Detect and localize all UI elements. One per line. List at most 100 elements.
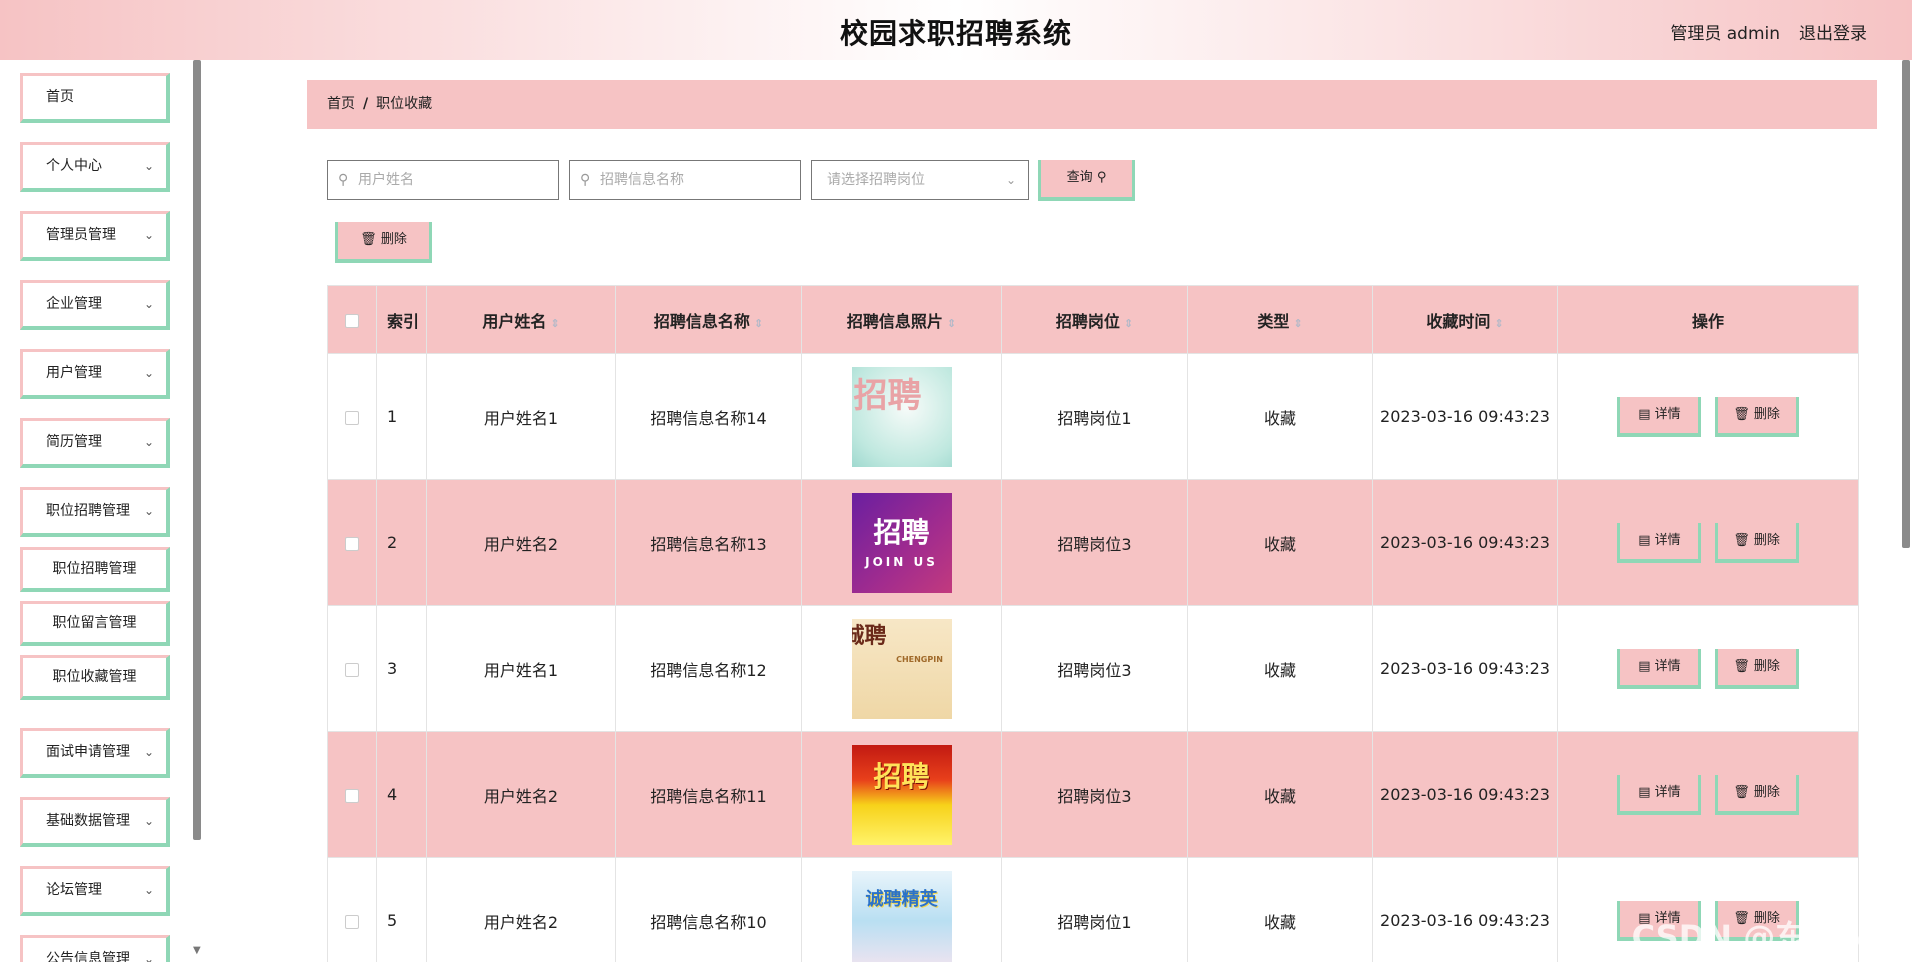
breadcrumb: 首页 / 职位收藏 bbox=[307, 80, 1877, 129]
header-position[interactable]: 招聘岗位 ⇕ bbox=[1001, 285, 1188, 354]
recruit-photo-thumbnail[interactable]: 招聘 bbox=[851, 744, 952, 845]
table-row: 4 用户姓名2 招聘信息名称11 招聘 招聘岗位3 收藏 2023-03-16 … bbox=[327, 731, 1859, 858]
chevron-down-icon: ⌄ bbox=[143, 435, 154, 449]
chevron-down-icon: ⌄ bbox=[143, 297, 154, 311]
sort-icon[interactable]: ⇕ bbox=[1293, 317, 1302, 330]
user-name-search-input[interactable]: ⚲ 用户姓名 bbox=[327, 160, 559, 200]
position-select[interactable]: 请选择招聘岗位 ⌄ bbox=[811, 160, 1029, 200]
chevron-down-icon: ⌄ bbox=[143, 745, 154, 759]
chevron-down-icon: ⌄ bbox=[1005, 173, 1016, 187]
row-checkbox[interactable] bbox=[345, 662, 359, 677]
cell-user: 用户姓名1 bbox=[426, 353, 616, 480]
batch-delete-button[interactable]: 🗑 删除 bbox=[335, 222, 432, 263]
header-info[interactable]: 招聘信息名称 ⇕ bbox=[615, 285, 802, 354]
detail-button[interactable]: ▤ 详情 bbox=[1617, 648, 1702, 689]
cell-type: 收藏 bbox=[1187, 605, 1373, 732]
detail-button[interactable]: ▤ 详情 bbox=[1617, 522, 1702, 563]
chevron-down-icon: ⌄ bbox=[143, 504, 154, 518]
sidebar-item-interview[interactable]: 面试申请管理 ⌄ bbox=[20, 728, 170, 778]
recruit-photo-thumbnail[interactable]: 招聘 bbox=[851, 366, 952, 467]
sort-icon[interactable]: ⇕ bbox=[1494, 317, 1503, 330]
sidebar-subitem-job-favorite[interactable]: 职位收藏管理 bbox=[20, 655, 170, 700]
sidebar-item-job-recruit[interactable]: 职位招聘管理 ⌄ bbox=[20, 487, 170, 537]
sort-icon[interactable]: ⇕ bbox=[550, 317, 559, 330]
cell-info: 招聘信息名称13 bbox=[615, 479, 802, 606]
sidebar-subitem-job-message[interactable]: 职位留言管理 bbox=[20, 601, 170, 646]
logout-link[interactable]: 退出登录 bbox=[1799, 19, 1867, 44]
scroll-down-arrow-icon[interactable]: ▼ bbox=[193, 945, 201, 956]
photo-caption: 招聘 bbox=[853, 375, 922, 416]
sidebar-item-label: 管理员管理 bbox=[46, 227, 116, 243]
sidebar-item-base-data[interactable]: 基础数据管理 ⌄ bbox=[20, 797, 170, 847]
table-row: 5 用户姓名2 招聘信息名称10 诚聘精英 招聘岗位1 收藏 2023-03-1… bbox=[327, 857, 1859, 962]
delete-button[interactable]: 🗑 删除 bbox=[1714, 648, 1799, 689]
sidebar-item-label: 用户管理 bbox=[46, 365, 102, 381]
delete-button[interactable]: 🗑 删除 bbox=[1714, 396, 1799, 437]
cell-info: 招聘信息名称12 bbox=[615, 605, 802, 732]
recruit-photo-thumbnail[interactable]: 诚聘精英 bbox=[851, 870, 952, 962]
row-checkbox[interactable] bbox=[345, 536, 359, 551]
cell-ops: ▤ 详情 🗑 删除 bbox=[1557, 353, 1859, 480]
detail-label: 详情 bbox=[1654, 784, 1681, 800]
sidebar-item-users[interactable]: 用户管理 ⌄ bbox=[20, 349, 170, 399]
detail-label: 详情 bbox=[1654, 658, 1681, 674]
query-button[interactable]: 查询 ⚲ bbox=[1038, 160, 1135, 201]
table-row: 3 用户姓名1 招聘信息名称12 诚聘 CHENGPIN 招聘岗位3 收藏 20… bbox=[327, 605, 1859, 732]
detail-button[interactable]: ▤ 详情 bbox=[1617, 774, 1702, 815]
table-header-row: 索引 用户姓名 ⇕ 招聘信息名称 ⇕ 招聘信息照片 ⇕ 招聘岗位 ⇕ 类型 ⇕ 收藏时间 ⇕… bbox=[327, 285, 1859, 354]
cell-position: 招聘岗位3 bbox=[1001, 605, 1188, 732]
header-position-label: 招聘岗位 bbox=[1055, 311, 1120, 331]
row-checkbox[interactable] bbox=[345, 914, 359, 929]
recruit-photo-thumbnail[interactable]: 招聘 JOIN US bbox=[851, 492, 952, 593]
cell-photo: 招聘 bbox=[801, 353, 1002, 480]
cell-info: 招聘信息名称10 bbox=[615, 857, 802, 962]
breadcrumb-home[interactable]: 首页 bbox=[327, 96, 355, 112]
cell-type: 收藏 bbox=[1187, 857, 1373, 962]
sidebar-item-personal-center[interactable]: 个人中心 ⌄ bbox=[20, 142, 170, 192]
current-user: 管理员 admin bbox=[1670, 24, 1780, 44]
watermark: CSDN @东东516 bbox=[1631, 918, 1906, 956]
sidebar-scrollbar[interactable] bbox=[193, 60, 201, 840]
sidebar-subitem-job-recruit[interactable]: 职位招聘管理 bbox=[20, 547, 170, 592]
sidebar-item-home[interactable]: 首页 bbox=[20, 73, 170, 123]
header-photo[interactable]: 招聘信息照片 ⇕ bbox=[801, 285, 1002, 354]
header-type[interactable]: 类型 ⇕ bbox=[1187, 285, 1373, 354]
info-name-search-input[interactable]: ⚲ 招聘信息名称 bbox=[569, 160, 801, 200]
detail-label: 详情 bbox=[1654, 406, 1681, 422]
cell-index: 1 bbox=[376, 353, 427, 480]
header-time[interactable]: 收藏时间 ⇕ bbox=[1372, 285, 1558, 354]
chevron-down-icon: ⌄ bbox=[143, 228, 154, 242]
photo-caption: 招聘 bbox=[873, 515, 930, 549]
row-checkbox[interactable] bbox=[345, 410, 359, 425]
sidebar-item-label: 企业管理 bbox=[46, 296, 102, 312]
header-user[interactable]: 用户姓名 ⇕ bbox=[426, 285, 616, 354]
trash-icon: 🗑 bbox=[360, 232, 381, 247]
header-time-label: 收藏时间 bbox=[1426, 311, 1491, 331]
cell-user: 用户姓名2 bbox=[426, 731, 616, 858]
header-info-label: 招聘信息名称 bbox=[653, 311, 750, 331]
delete-button[interactable]: 🗑 删除 bbox=[1714, 774, 1799, 815]
sort-icon[interactable]: ⇕ bbox=[1124, 317, 1133, 330]
sidebar-item-admin[interactable]: 管理员管理 ⌄ bbox=[20, 211, 170, 261]
sort-icon[interactable]: ⇕ bbox=[754, 317, 763, 330]
recruit-photo-thumbnail[interactable]: 诚聘 CHENGPIN bbox=[851, 618, 952, 719]
main-scrollbar[interactable] bbox=[1902, 60, 1910, 548]
cell-ops: ▤ 详情 🗑 删除 bbox=[1557, 731, 1859, 858]
delete-label: 删除 bbox=[1753, 784, 1780, 800]
delete-button[interactable]: 🗑 删除 bbox=[1714, 522, 1799, 563]
cell-type: 收藏 bbox=[1187, 353, 1373, 480]
sidebar-item-resume[interactable]: 简历管理 ⌄ bbox=[20, 418, 170, 468]
sidebar-item-notice[interactable]: 公告信息管理 ⌄ bbox=[20, 935, 170, 962]
sort-icon[interactable]: ⇕ bbox=[947, 317, 956, 330]
sidebar-item-company[interactable]: 企业管理 ⌄ bbox=[20, 280, 170, 330]
cell-index: 4 bbox=[376, 731, 427, 858]
sidebar-item-forum[interactable]: 论坛管理 ⌄ bbox=[20, 866, 170, 916]
row-checkbox[interactable] bbox=[345, 788, 359, 803]
breadcrumb-separator: / bbox=[363, 96, 369, 112]
select-all-checkbox[interactable] bbox=[345, 313, 359, 328]
detail-button[interactable]: ▤ 详情 bbox=[1617, 396, 1702, 437]
select-all-cell bbox=[327, 285, 377, 354]
sidebar-item-label: 职位招聘管理 bbox=[46, 503, 130, 519]
header-type-label: 类型 bbox=[1257, 311, 1290, 331]
cell-user: 用户姓名1 bbox=[426, 605, 616, 732]
